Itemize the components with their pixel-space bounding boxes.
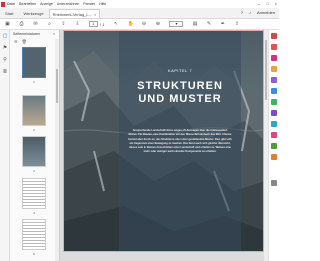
thumbnail-page-1[interactable] xyxy=(22,47,46,78)
thumbnail-scrollbar[interactable] xyxy=(55,39,59,261)
tab-document-label: Rheinwerk-Verlag_L... xyxy=(52,11,92,17)
page-up-icon[interactable]: ⇧ xyxy=(61,21,66,27)
login-link[interactable]: Anmelden xyxy=(257,10,275,15)
close-window-icon[interactable]: × xyxy=(275,1,277,6)
tab-document[interactable]: Rheinwerk-Verlag_L... × xyxy=(48,9,101,19)
protect-icon[interactable] xyxy=(271,110,277,116)
pdf-page: KAPITEL 7 STRUKTUREN UND MUSTER Ansprech… xyxy=(63,30,264,252)
select-cursor-icon[interactable]: ↖ xyxy=(113,21,118,27)
bell-icon[interactable]: ♪ xyxy=(249,10,251,15)
share-icon[interactable]: ⇪ xyxy=(234,21,239,27)
layers-icon[interactable]: ≣ xyxy=(2,69,8,75)
document-area[interactable]: KAPITEL 7 STRUKTUREN UND MUSTER Ansprech… xyxy=(60,30,264,261)
chapter-label: KAPITEL 7 xyxy=(167,68,193,73)
attachment-icon[interactable]: ⚲ xyxy=(2,57,8,63)
delete-page-icon[interactable]: 🗑 xyxy=(22,39,27,44)
thumbnail-panel: Seitenminiaturen × ☰ 🗑 1 2 3 4 5 xyxy=(10,30,60,261)
menubar: Datei Bearbeiten Anzeige Unterzeichnen F… xyxy=(0,0,279,8)
maximize-icon[interactable]: □ xyxy=(266,1,268,6)
thumbnail-page-2[interactable] xyxy=(22,95,46,126)
combine-files-icon[interactable] xyxy=(271,77,277,83)
create-pdf-icon[interactable] xyxy=(271,33,277,39)
thumbnail-scroll-knob[interactable] xyxy=(56,69,58,103)
thumbnail-page-3[interactable] xyxy=(22,136,46,167)
chapter-title-line-2: UND MUSTER xyxy=(138,93,222,105)
comment-icon[interactable]: ▤ xyxy=(192,21,198,27)
thumbnail-number: 1 xyxy=(33,80,35,84)
menu-unterzeichnen[interactable]: Unterzeichnen xyxy=(57,2,80,6)
send-review-icon[interactable] xyxy=(271,132,277,138)
chapter-intro-text: Ansprechende Landschaftsfotos zeigen oft… xyxy=(128,129,232,154)
tab-bar: Start Werkzeuge Rheinwerk-Verlag_L... × … xyxy=(0,8,279,19)
document-scroll-knob[interactable] xyxy=(265,40,267,100)
window-controls: – □ × xyxy=(258,1,277,6)
print-icon[interactable]: ⎙ xyxy=(19,21,24,27)
left-navigation-strip: ▢ ⚑ ⚲ ≣ xyxy=(0,30,10,261)
hand-icon[interactable]: ✋ xyxy=(127,21,133,27)
acrobat-logo-icon xyxy=(1,1,5,7)
tabbar-right: ? ♪ Anmelden xyxy=(241,10,275,15)
bookmark-icon[interactable]: ⚑ xyxy=(2,45,8,51)
page-navigator: 1 / 1 xyxy=(89,21,104,27)
organize-pages-icon[interactable] xyxy=(271,88,277,94)
fill-sign-icon[interactable] xyxy=(271,121,277,127)
export-pdf-icon[interactable] xyxy=(271,44,277,50)
chapter-title: STRUKTUREN UND MUSTER xyxy=(119,80,241,106)
search-icon[interactable]: ⌕ xyxy=(47,21,52,27)
save-icon[interactable]: ▣ xyxy=(5,21,10,27)
scan-icon[interactable] xyxy=(271,99,277,105)
comment-tool-icon[interactable] xyxy=(271,66,277,72)
thumbnail-page-4[interactable] xyxy=(22,178,46,209)
thumbnail-page-5[interactable] xyxy=(22,219,46,250)
sign-icon[interactable]: ✒ xyxy=(220,21,225,27)
page-total: / 1 xyxy=(100,21,105,27)
more-tools-icon[interactable] xyxy=(271,143,277,149)
page-number-input[interactable]: 1 xyxy=(89,21,98,27)
page-down-icon[interactable]: ⇩ xyxy=(75,21,80,27)
toolbar: ▣ ⎙ ✉ ⌕ ⇧ ⇩ 1 / 1 ↖ ✋ ⊖ ⊕ ▾ ▤ ✎ ✒ ⇪ xyxy=(0,19,279,30)
thumbnail-controls: ☰ 🗑 xyxy=(14,39,27,44)
menu-bearbeiten[interactable]: Bearbeiten xyxy=(19,2,36,6)
edit-pdf-icon[interactable] xyxy=(271,55,277,61)
zoom-in-icon[interactable]: ⊕ xyxy=(155,21,160,27)
menu-datei[interactable]: Datei xyxy=(7,2,15,6)
menu-hilfe[interactable]: Hilfe xyxy=(99,2,106,6)
thumbnail-number: 3 xyxy=(33,169,35,173)
email-icon[interactable]: ✉ xyxy=(33,21,38,27)
thumbnail-panel-title: Seitenminiaturen xyxy=(13,32,40,36)
menu-anzeige[interactable]: Anzeige xyxy=(40,2,53,6)
tab-tools[interactable]: Werkzeuge xyxy=(18,9,48,18)
highlight-icon[interactable]: ✎ xyxy=(206,21,211,27)
optimize-icon[interactable] xyxy=(271,154,277,160)
zoom-out-icon[interactable]: ⊖ xyxy=(141,21,146,27)
chapter-title-line-1: STRUKTUREN xyxy=(137,80,223,92)
thumbnail-options-icon[interactable]: ☰ xyxy=(14,39,18,44)
close-panel-icon[interactable]: × xyxy=(53,31,55,36)
right-tools-strip xyxy=(268,30,279,261)
thumbnail-number: 4 xyxy=(33,211,35,215)
menu-fenster[interactable]: Fenster xyxy=(83,2,95,6)
thumbnail-number: 5 xyxy=(33,252,35,256)
thumbnail-number: 2 xyxy=(33,128,35,132)
help-icon[interactable]: ? xyxy=(241,10,243,15)
zoom-dropdown[interactable]: ▾ xyxy=(169,21,184,27)
close-tab-icon[interactable]: × xyxy=(94,10,96,19)
expand-panel-icon[interactable] xyxy=(271,180,277,186)
page-thumbnails-icon[interactable]: ▢ xyxy=(2,33,8,39)
tab-start[interactable]: Start xyxy=(0,9,18,18)
minimize-icon[interactable]: – xyxy=(258,1,260,6)
